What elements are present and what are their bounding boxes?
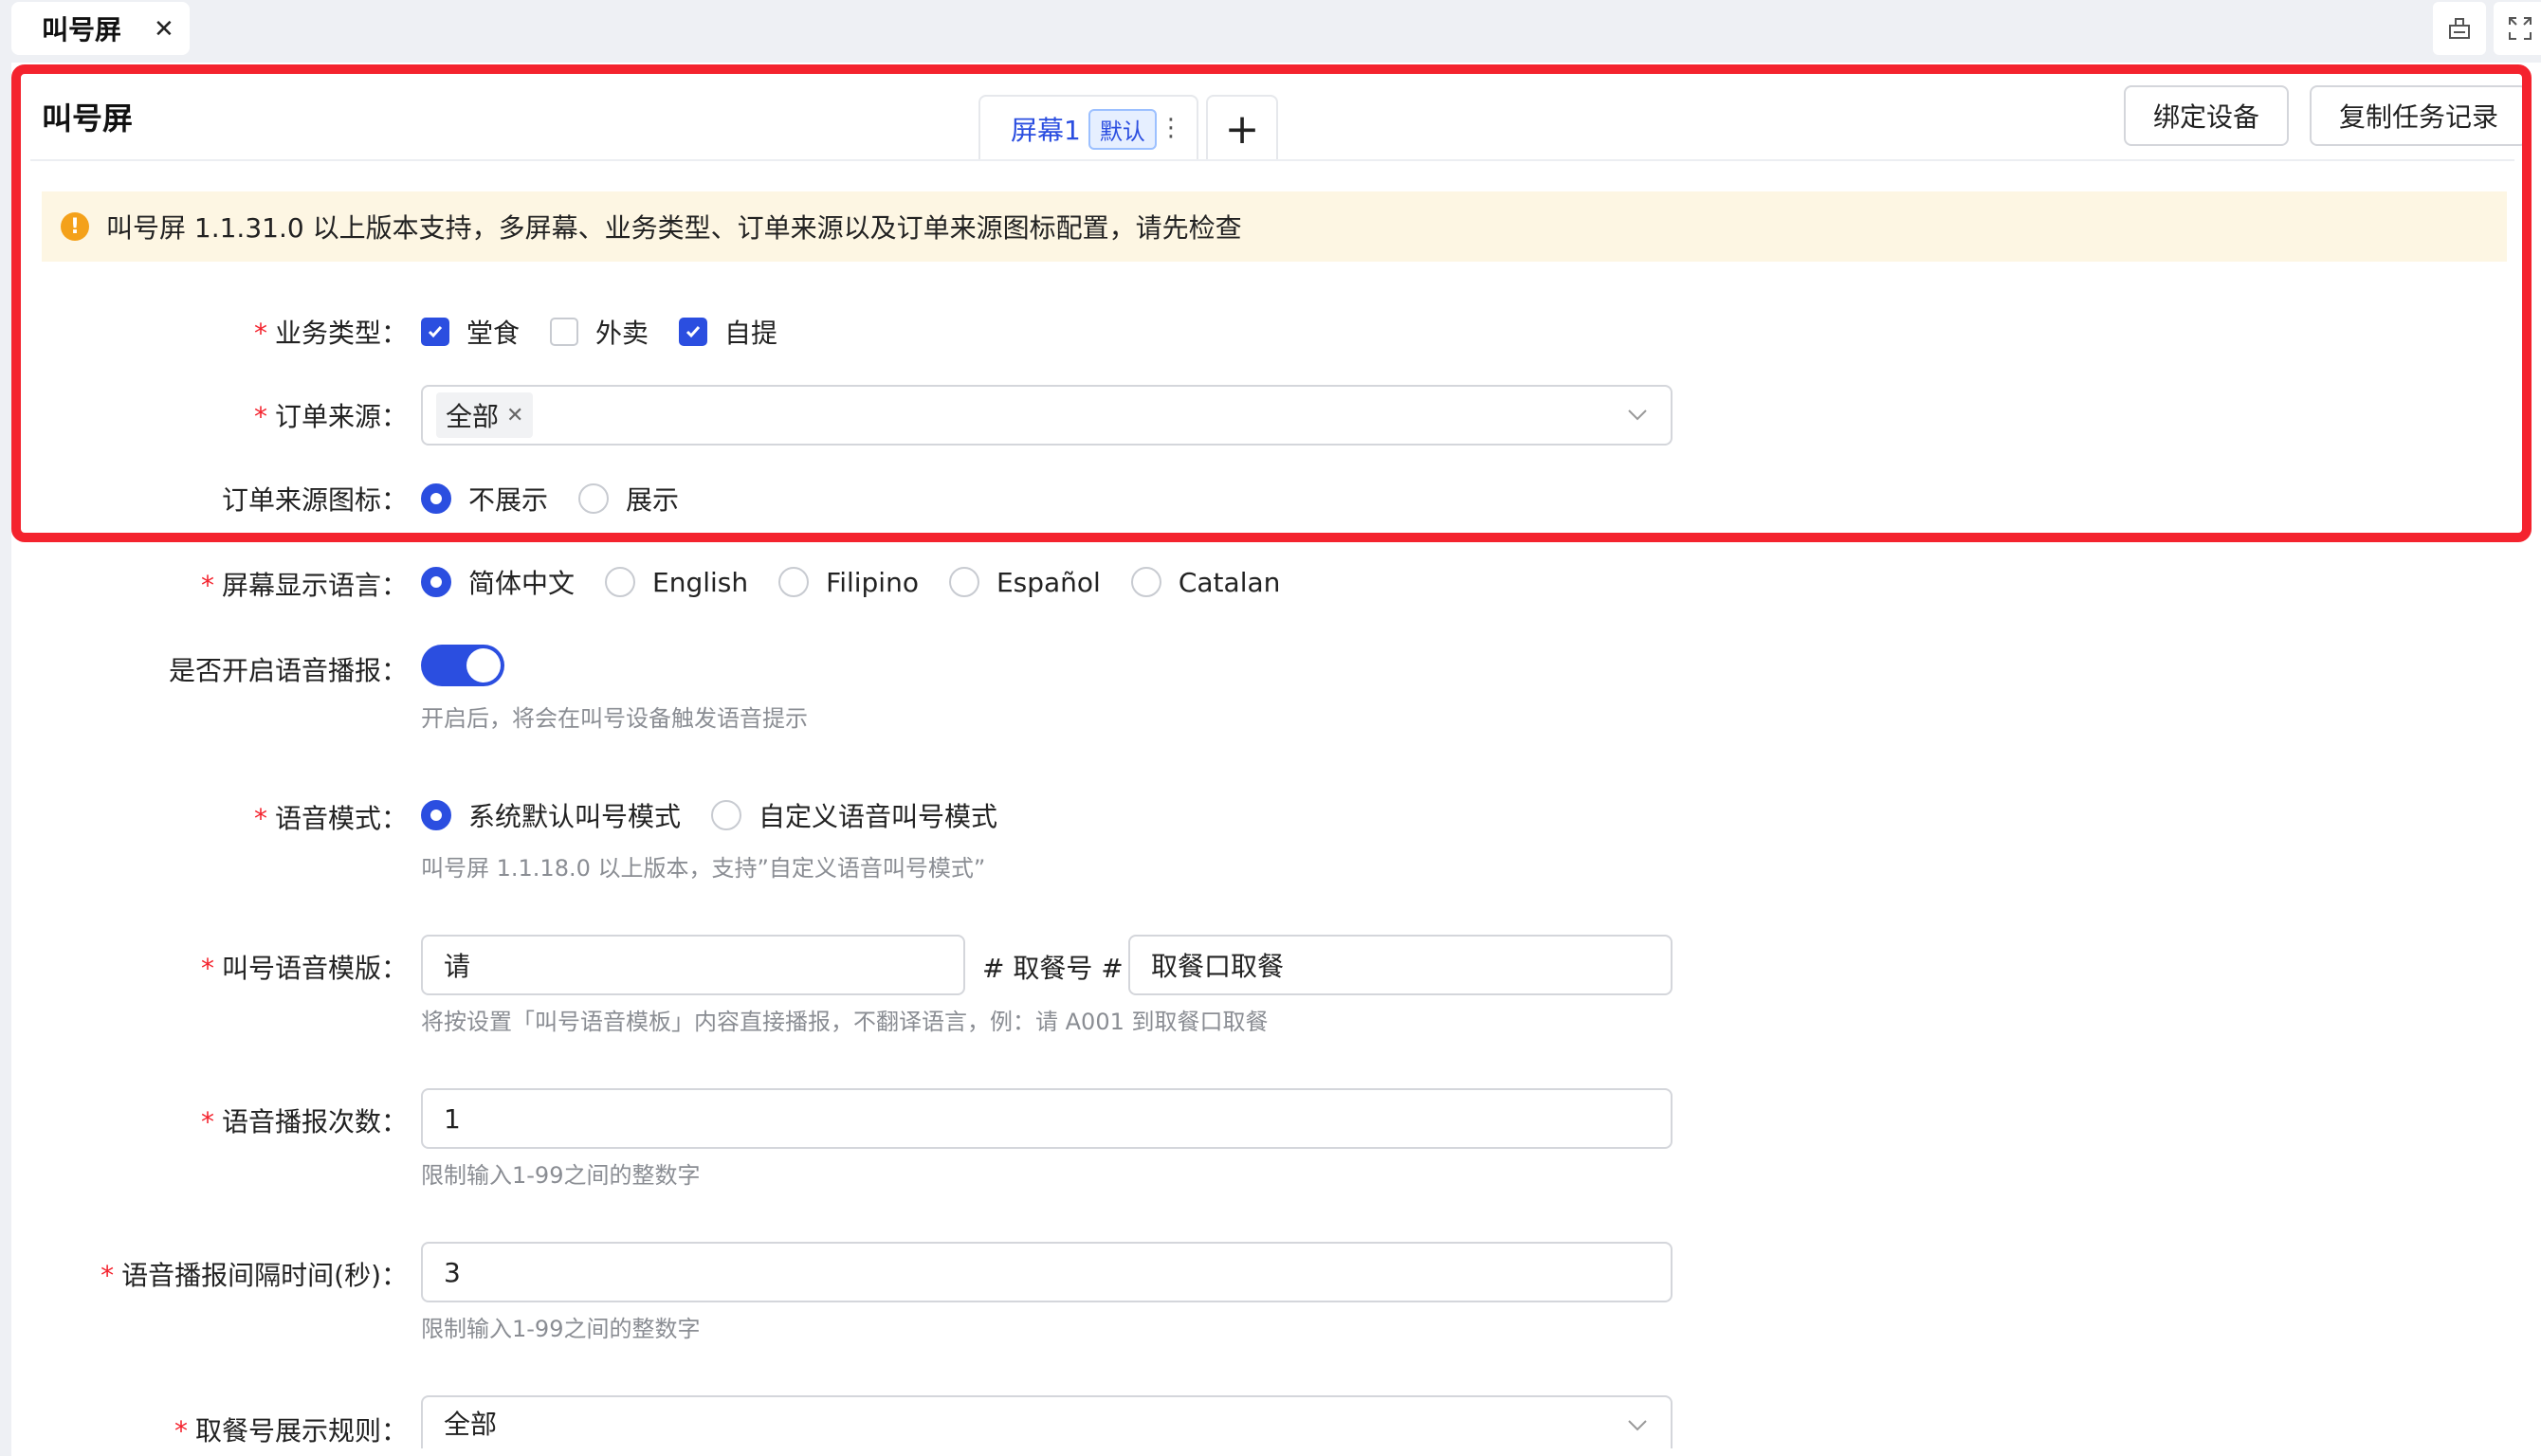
radio-unselected-icon[interactable] [605, 567, 636, 597]
page-tab-call-screen[interactable]: 叫号屏 ✕ [11, 2, 190, 55]
selected-tag: 全部 ✕ [436, 392, 534, 438]
option-label: 自提 [724, 318, 778, 349]
order-source-select[interactable]: 全部 ✕ [421, 385, 1673, 446]
display-rule-value: 全部 [444, 1409, 498, 1440]
close-icon[interactable]: ✕ [154, 15, 174, 44]
bind-device-button[interactable]: 绑定设备 [2124, 85, 2289, 146]
language-ca[interactable]: Catalan [1130, 567, 1280, 598]
business-type-delivery[interactable]: 外卖 [550, 313, 649, 351]
voice-mode-custom[interactable]: 自定义语音叫号模式 [711, 796, 997, 834]
toggle-switch[interactable] [421, 645, 504, 686]
language-en[interactable]: English [605, 567, 748, 598]
language-fil[interactable]: Filipino [778, 567, 919, 598]
plus-icon: + [1224, 104, 1260, 154]
repeat-count-input[interactable]: 1 [421, 1088, 1673, 1149]
business-type-dine-in[interactable]: 堂食 [421, 313, 520, 351]
page-tab-label: 叫号屏 [42, 14, 122, 46]
order-source-label: * 订单来源： [253, 401, 408, 432]
tabs-divider [30, 159, 2514, 161]
page-tab-bar: 叫号屏 ✕ [0, 0, 2541, 57]
voice-template-prefix-input[interactable]: 请 [421, 935, 965, 995]
chevron-down-icon [1625, 402, 1650, 433]
voice-enable-hint: 开启后，将会在叫号设备触发语音提示 [421, 705, 808, 732]
radio-unselected-icon[interactable] [948, 567, 979, 597]
voice-mode-group: 系统默认叫号模式 自定义语音叫号模式 [421, 796, 1028, 834]
radio-selected-icon[interactable] [421, 483, 451, 514]
version-alert: ! 叫号屏 1.1.31.0 以上版本支持，多屏幕、业务类型、订单来源以及订单来… [42, 191, 2507, 262]
voice-template-label: * 叫号语音模版： [200, 953, 408, 984]
tag-close-icon[interactable]: ✕ [506, 404, 523, 428]
business-type-pickup[interactable]: 自提 [679, 313, 777, 351]
voice-mode-default[interactable]: 系统默认叫号模式 [421, 796, 681, 834]
tab-screen-1-label: 屏幕1 [1011, 115, 1081, 146]
radio-unselected-icon[interactable] [711, 800, 742, 830]
source-icon-group: 不展示 展示 [421, 480, 709, 518]
checkbox-checked-icon[interactable] [679, 318, 708, 346]
checkbox-unchecked-icon[interactable] [550, 318, 579, 346]
source-icon-hide[interactable]: 不展示 [421, 480, 548, 518]
checkbox-checked-icon[interactable] [421, 318, 449, 346]
voice-enable-switch[interactable] [421, 645, 504, 686]
voice-template-suffix-input[interactable]: 取餐口取餐 [1128, 935, 1673, 995]
interval-input[interactable]: 3 [421, 1242, 1673, 1302]
business-type-group: 堂食 外卖 自提 [421, 313, 808, 351]
card-title: 叫号屏 [42, 100, 134, 136]
copy-task-record-button[interactable]: 复制任务记录 [2310, 85, 2528, 146]
language-group: 简体中文 English Filipino Español Catalan [421, 563, 1310, 601]
interval-label: * 语音播报间隔时间(秒)： [101, 1260, 408, 1291]
language-es[interactable]: Español [948, 567, 1101, 598]
chevron-down-icon [1625, 1412, 1650, 1444]
voice-mode-label: * 语音模式： [253, 803, 408, 834]
option-label: 堂食 [466, 318, 521, 349]
tab-screen-1[interactable]: 屏幕1 默认 ⋮ [978, 95, 1198, 161]
radio-selected-icon[interactable] [421, 567, 451, 597]
language-label: * 屏幕显示语言： [200, 570, 408, 601]
source-icon-label: 订单来源图标： [221, 484, 408, 516]
pin-icon[interactable] [2433, 2, 2486, 55]
display-rule-label: * 取餐号展示规则： [174, 1415, 408, 1447]
screen-tabs: 屏幕1 默认 ⋮ + [978, 95, 1278, 161]
voice-template-placeholder-text: # 取餐号 # [982, 953, 1124, 984]
default-badge: 默认 [1088, 108, 1157, 150]
add-screen-button[interactable]: + [1206, 95, 1278, 161]
display-rule-select[interactable]: 全部 [421, 1395, 1673, 1448]
voice-template-hint: 将按设置「叫号语音模板」内容直接播报，不翻译语言，例：请 A001 到取餐口取餐 [421, 1009, 1269, 1035]
language-zh[interactable]: 简体中文 [421, 563, 575, 601]
repeat-count-label: * 语音播报次数： [200, 1106, 408, 1138]
warning-icon: ! [61, 212, 89, 241]
repeat-count-hint: 限制输入1-99之间的整数字 [421, 1162, 701, 1189]
alert-text: 叫号屏 1.1.31.0 以上版本支持，多屏幕、业务类型、订单来源以及订单来源图… [106, 212, 1242, 244]
radio-selected-icon[interactable] [421, 800, 451, 830]
voice-mode-hint: 叫号屏 1.1.18.0 以上版本，支持”自定义语音叫号模式” [421, 855, 986, 882]
radio-unselected-icon[interactable] [578, 483, 610, 514]
more-vertical-icon[interactable]: ⋮ [1159, 116, 1183, 140]
radio-unselected-icon[interactable] [1130, 567, 1161, 597]
radio-unselected-icon[interactable] [778, 567, 810, 597]
interval-hint: 限制输入1-99之间的整数字 [421, 1316, 701, 1342]
option-label: 外卖 [595, 318, 649, 349]
business-type-label: * 业务类型： [253, 318, 408, 349]
fullscreen-icon[interactable] [2494, 2, 2541, 55]
voice-enable-label: 是否开启语音播报： [168, 655, 408, 686]
source-icon-show[interactable]: 展示 [578, 480, 679, 518]
